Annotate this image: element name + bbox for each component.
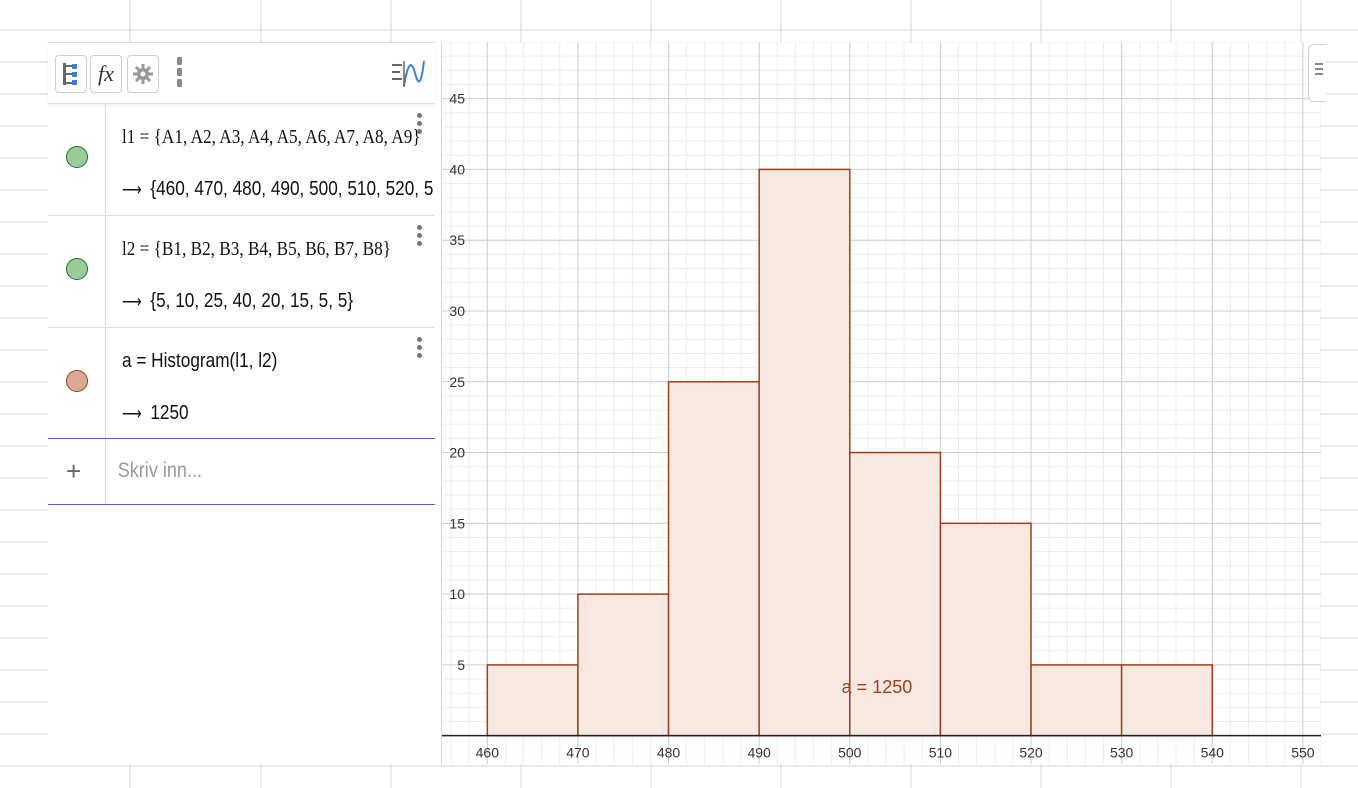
graph-view-icon[interactable]: [390, 59, 426, 89]
input-row[interactable]: +: [48, 438, 435, 505]
algebra-toolbar: fx: [48, 42, 435, 104]
visibility-toggle[interactable]: [66, 370, 88, 392]
x-tick-label: 500: [838, 745, 862, 761]
x-tick-label: 510: [929, 745, 953, 761]
fx-label: fx: [98, 61, 114, 86]
more-vertical-icon[interactable]: [417, 113, 423, 137]
more-vertical-icon[interactable]: [417, 225, 423, 249]
x-tick-label: 470: [566, 745, 590, 761]
x-tick-label: 460: [476, 745, 500, 761]
row-output-value: {460, 470, 480, 490, 500, 510, 520, 5: [150, 178, 434, 200]
y-tick-label: 25: [449, 374, 465, 390]
histogram-bar: [1120, 664, 1214, 737]
y-tick-label: 15: [449, 515, 465, 531]
algebra-row-a[interactable]: a = Histogram(l1, l2) ⟶ 1250: [48, 328, 435, 438]
marble-column: [48, 216, 106, 327]
input-bar[interactable]: [116, 456, 374, 486]
graphics-view[interactable]: 460 470 480 490 500 510 520 530 540 550 5 10 15 20 25 3…: [441, 42, 1326, 764]
marble-column: [48, 104, 106, 215]
y-tick-label: 20: [449, 445, 465, 461]
row-definition[interactable]: l1 = {A1, A2, A3, A4, A5, A6, A7, A8, A9…: [122, 126, 421, 149]
style-bar-icon[interactable]: [1308, 44, 1326, 102]
visibility-toggle[interactable]: [66, 258, 88, 280]
tree-view-icon[interactable]: [55, 55, 87, 93]
histogram-bar: [667, 381, 760, 737]
more-vertical-icon[interactable]: [175, 57, 183, 91]
fx-icon[interactable]: fx: [90, 55, 122, 93]
x-tick-label: 540: [1201, 745, 1225, 761]
algebra-row-l2[interactable]: l2 = {B1, B2, B3, B4, B5, B6, B7, B8} ⟶ {…: [48, 216, 435, 328]
gear-icon[interactable]: [127, 55, 159, 93]
algebra-view: fx l1 = {A1, A2, A3, A4, A5, A6, A7, A8,…: [48, 42, 435, 764]
histogram-label: a = 1250: [842, 677, 913, 697]
y-tick-label: 30: [449, 303, 465, 319]
visibility-toggle[interactable]: [66, 146, 88, 168]
marble-column: [48, 328, 106, 438]
histogram-bar: [486, 664, 579, 737]
marble-column: +: [48, 439, 106, 504]
arrow-icon: ⟶: [122, 406, 142, 423]
histogram-bar: [939, 522, 1032, 737]
y-tick-label: 40: [449, 161, 465, 177]
row-definition[interactable]: l2 = {B1, B2, B3, B4, B5, B6, B7, B8}: [122, 238, 391, 261]
x-tick-label: 520: [1019, 745, 1043, 761]
plus-icon[interactable]: +: [66, 458, 81, 484]
x-tick-label: 480: [657, 745, 681, 761]
algebra-row-l1[interactable]: l1 = {A1, A2, A3, A4, A5, A6, A7, A8, A9…: [48, 104, 435, 216]
histogram-bar: [577, 593, 670, 737]
geogebra-app: fx l1 = {A1, A2, A3, A4, A5, A6, A7, A8,…: [48, 42, 1326, 764]
row-output-value: 1250: [150, 402, 189, 424]
row-definition[interactable]: a = Histogram(l1, l2): [122, 350, 277, 373]
row-output: ⟶ 1250: [122, 402, 189, 425]
graph-canvas[interactable]: 460 470 480 490 500 510 520 530 540 5505101520253…: [442, 42, 1321, 764]
x-tick-label: 530: [1110, 745, 1134, 761]
x-tick-label: 550: [1291, 745, 1315, 761]
arrow-icon: ⟶: [122, 182, 142, 199]
histogram-bar: [1030, 664, 1123, 737]
y-tick-label: 35: [449, 232, 465, 248]
row-output: ⟶ {460, 470, 480, 490, 500, 510, 520, 5: [122, 178, 433, 201]
y-tick-label: 10: [449, 586, 465, 602]
row-output: ⟶ {5, 10, 25, 40, 20, 15, 5, 5}: [122, 290, 353, 313]
histogram-bar: [758, 168, 851, 737]
y-tick-label: 5: [457, 657, 465, 673]
row-output-value: {5, 10, 25, 40, 20, 15, 5, 5}: [150, 290, 354, 312]
arrow-icon: ⟶: [122, 294, 142, 311]
y-tick-label: 45: [449, 91, 465, 107]
more-vertical-icon[interactable]: [417, 337, 423, 361]
x-tick-label: 490: [747, 745, 771, 761]
